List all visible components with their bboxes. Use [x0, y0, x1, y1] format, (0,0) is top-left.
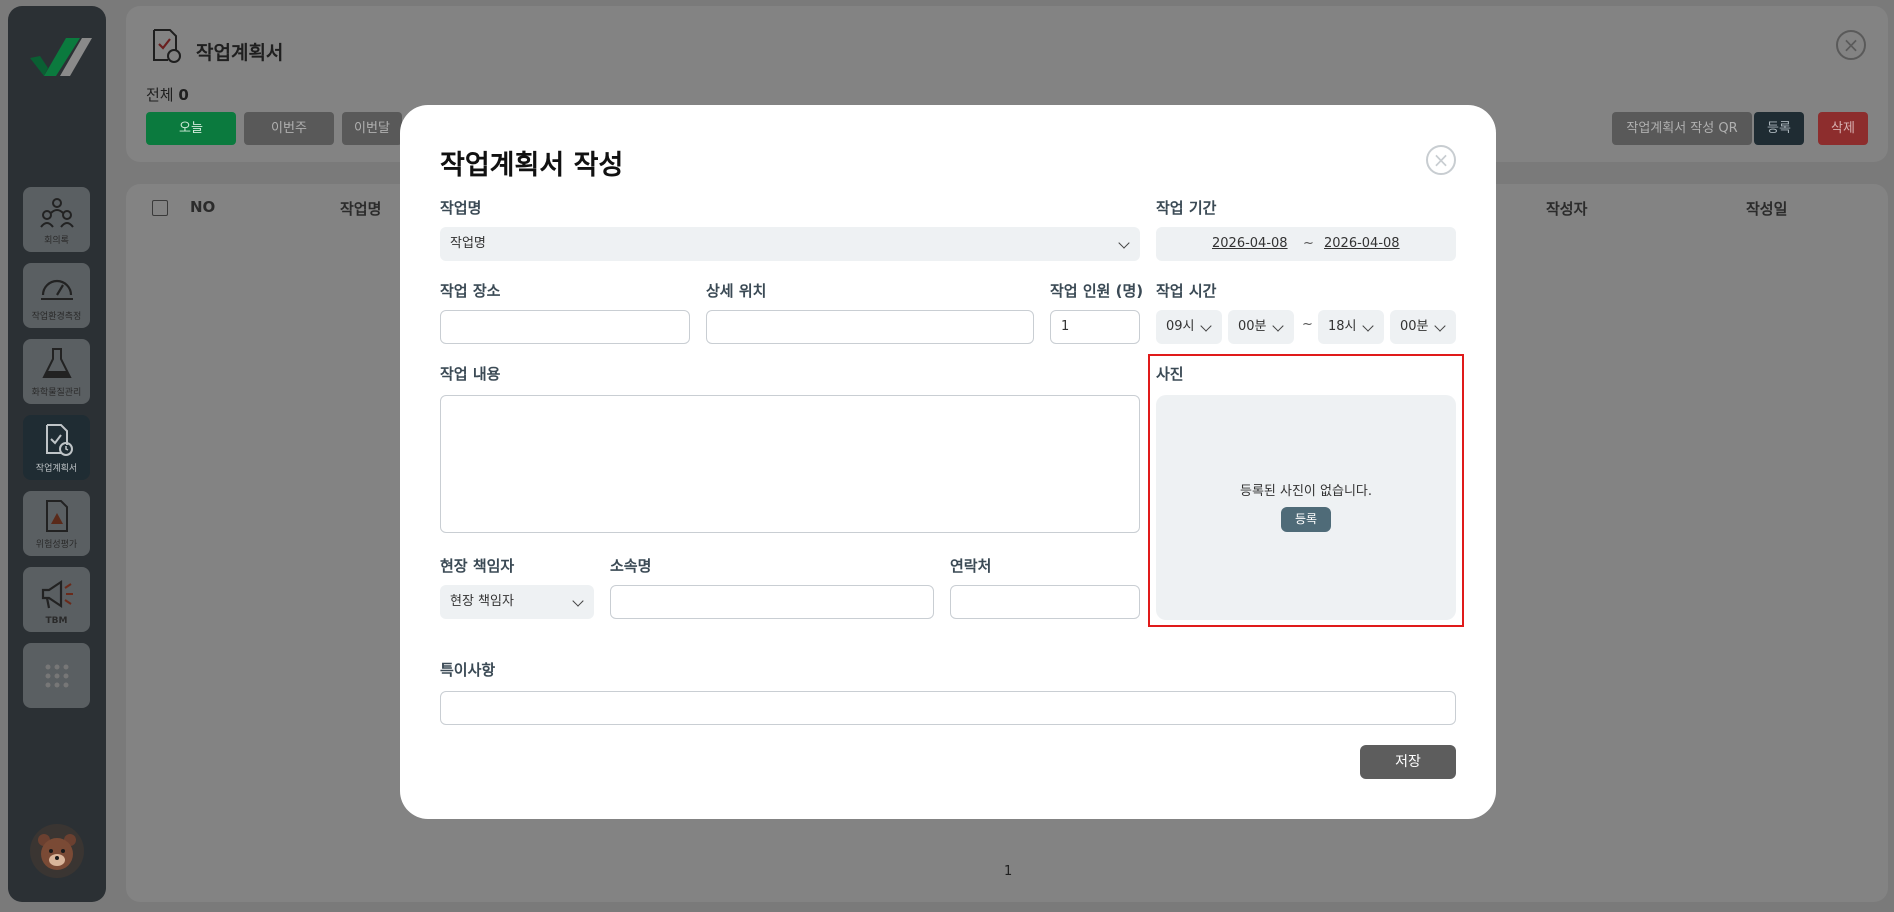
work-name-label: 작업명 — [440, 199, 482, 217]
logo-icon — [30, 38, 92, 76]
work-period-label: 작업 기간 — [1156, 199, 1217, 217]
total-count: 전체 0 — [146, 84, 189, 105]
detail-location-input[interactable] — [706, 310, 1034, 344]
sidebar-item-tbm[interactable]: TBM — [23, 567, 90, 632]
contact-label: 연락처 — [950, 557, 992, 575]
sidebar-item-label: 작업계획서 — [35, 464, 78, 474]
period-end-date[interactable]: 2026-04-08 — [1324, 227, 1400, 261]
remarks-label: 특이사항 — [440, 661, 496, 679]
work-period-range: 2026-04-08 ~ 2026-04-08 — [1156, 227, 1456, 261]
detail-location-label: 상세 위치 — [706, 282, 767, 300]
headcount-label: 작업 인원 (명) — [1050, 282, 1144, 300]
start-minute-select[interactable]: 00분 — [1228, 310, 1294, 344]
photo-highlight-box — [1148, 354, 1464, 627]
location-label: 작업 장소 — [440, 282, 501, 300]
location-input[interactable] — [440, 310, 690, 344]
pagination-page[interactable]: 1 — [1004, 864, 1012, 879]
end-hour-value: 18시 — [1328, 319, 1357, 334]
column-header-created: 작성일 — [1746, 200, 1788, 218]
save-button[interactable]: 저장 — [1360, 745, 1456, 779]
close-icon[interactable]: × — [1836, 30, 1866, 60]
megaphone-icon — [41, 579, 73, 609]
sidebar-more-button[interactable] — [23, 643, 90, 708]
work-plan-icon — [153, 29, 181, 63]
headcount-input[interactable]: 1 — [1050, 310, 1140, 344]
end-hour-select[interactable]: 18시 — [1318, 310, 1384, 344]
sidebar-item-risk[interactable]: 위험성평가 — [23, 491, 90, 556]
page-title: 작업계획서 — [196, 42, 284, 64]
start-minute-value: 00분 — [1238, 319, 1267, 334]
start-hour-select[interactable]: 09시 — [1156, 310, 1222, 344]
work-content-label: 작업 내용 — [440, 365, 501, 383]
sidebar-item-work-plan[interactable]: 작업계획서 — [23, 415, 90, 480]
flask-icon — [41, 348, 72, 378]
time-separator: ~ — [1302, 317, 1313, 332]
period-start-date[interactable]: 2026-04-08 — [1212, 227, 1288, 261]
work-content-textarea[interactable] — [440, 395, 1140, 533]
sidebar-item-label: 화학물질관리 — [31, 388, 82, 398]
total-label: 전체 — [146, 86, 174, 104]
sidebar-item-label: 작업환경측정 — [31, 312, 82, 322]
chevron-down-icon — [1362, 320, 1374, 332]
sidebar-item-label: 위험성평가 — [35, 540, 78, 550]
end-minute-select[interactable]: 00분 — [1390, 310, 1456, 344]
select-all-checkbox[interactable] — [152, 200, 168, 216]
total-value: 0 — [178, 86, 189, 104]
work-name-value: 작업명 — [450, 236, 486, 251]
warning-doc-icon — [45, 500, 68, 532]
work-name-select[interactable]: 작업명 — [440, 227, 1140, 261]
meeting-icon — [39, 198, 74, 228]
filter-this-week-button[interactable]: 이번주 — [244, 112, 334, 145]
site-manager-value: 현장 책임자 — [450, 594, 514, 609]
avatar[interactable] — [30, 824, 84, 878]
sidebar-item-chemical[interactable]: 화학물질관리 — [23, 339, 90, 404]
remarks-input[interactable] — [440, 691, 1456, 725]
work-time-label: 작업 시간 — [1156, 282, 1217, 300]
end-minute-value: 00분 — [1400, 319, 1429, 334]
start-hour-value: 09시 — [1166, 319, 1195, 334]
period-separator: ~ — [1303, 236, 1314, 251]
delete-button[interactable]: 삭제 — [1818, 112, 1868, 145]
sidebar-item-label: 회의록 — [44, 236, 69, 246]
contact-input[interactable] — [950, 585, 1140, 619]
bear-avatar-icon — [38, 834, 76, 870]
register-button[interactable]: 등록 — [1754, 112, 1804, 145]
filter-this-month-button[interactable]: 이번달 — [342, 112, 402, 145]
modal-close-icon[interactable]: × — [1426, 145, 1456, 175]
chevron-down-icon — [1272, 320, 1284, 332]
column-header-no: NO — [190, 198, 216, 216]
chevron-down-icon — [1118, 237, 1130, 249]
affiliation-label: 소속명 — [610, 557, 652, 575]
chevron-down-icon — [572, 595, 584, 607]
chevron-down-icon — [1200, 320, 1212, 332]
sidebar-item-label: TBM — [45, 616, 68, 626]
sidebar-item-environment[interactable]: 작업환경측정 — [23, 263, 90, 328]
sidebar-item-meeting[interactable]: 회의록 — [23, 187, 90, 252]
chevron-down-icon — [1434, 320, 1446, 332]
gauge-icon — [40, 279, 73, 300]
column-header-author: 작성자 — [1546, 200, 1588, 218]
sidebar: 회의록 작업환경측정 화학물질관리 작업계획서 위험성평가 TBM — [8, 6, 106, 902]
qr-button[interactable]: 작업계획서 작성 QR — [1612, 112, 1752, 145]
work-plan-icon — [45, 424, 73, 456]
column-header-work-name: 작업명 — [340, 200, 382, 218]
work-plan-modal: 작업계획서 작성 × 작업명 작업명 작업 기간 2026-04-08 ~ 20… — [400, 105, 1496, 819]
filter-today-button[interactable]: 오늘 — [146, 112, 236, 145]
site-manager-select[interactable]: 현장 책임자 — [440, 585, 594, 619]
site-manager-label: 현장 책임자 — [440, 557, 515, 575]
affiliation-input[interactable] — [610, 585, 934, 619]
modal-title: 작업계획서 작성 — [440, 150, 624, 181]
grid-dots-icon — [45, 664, 68, 687]
